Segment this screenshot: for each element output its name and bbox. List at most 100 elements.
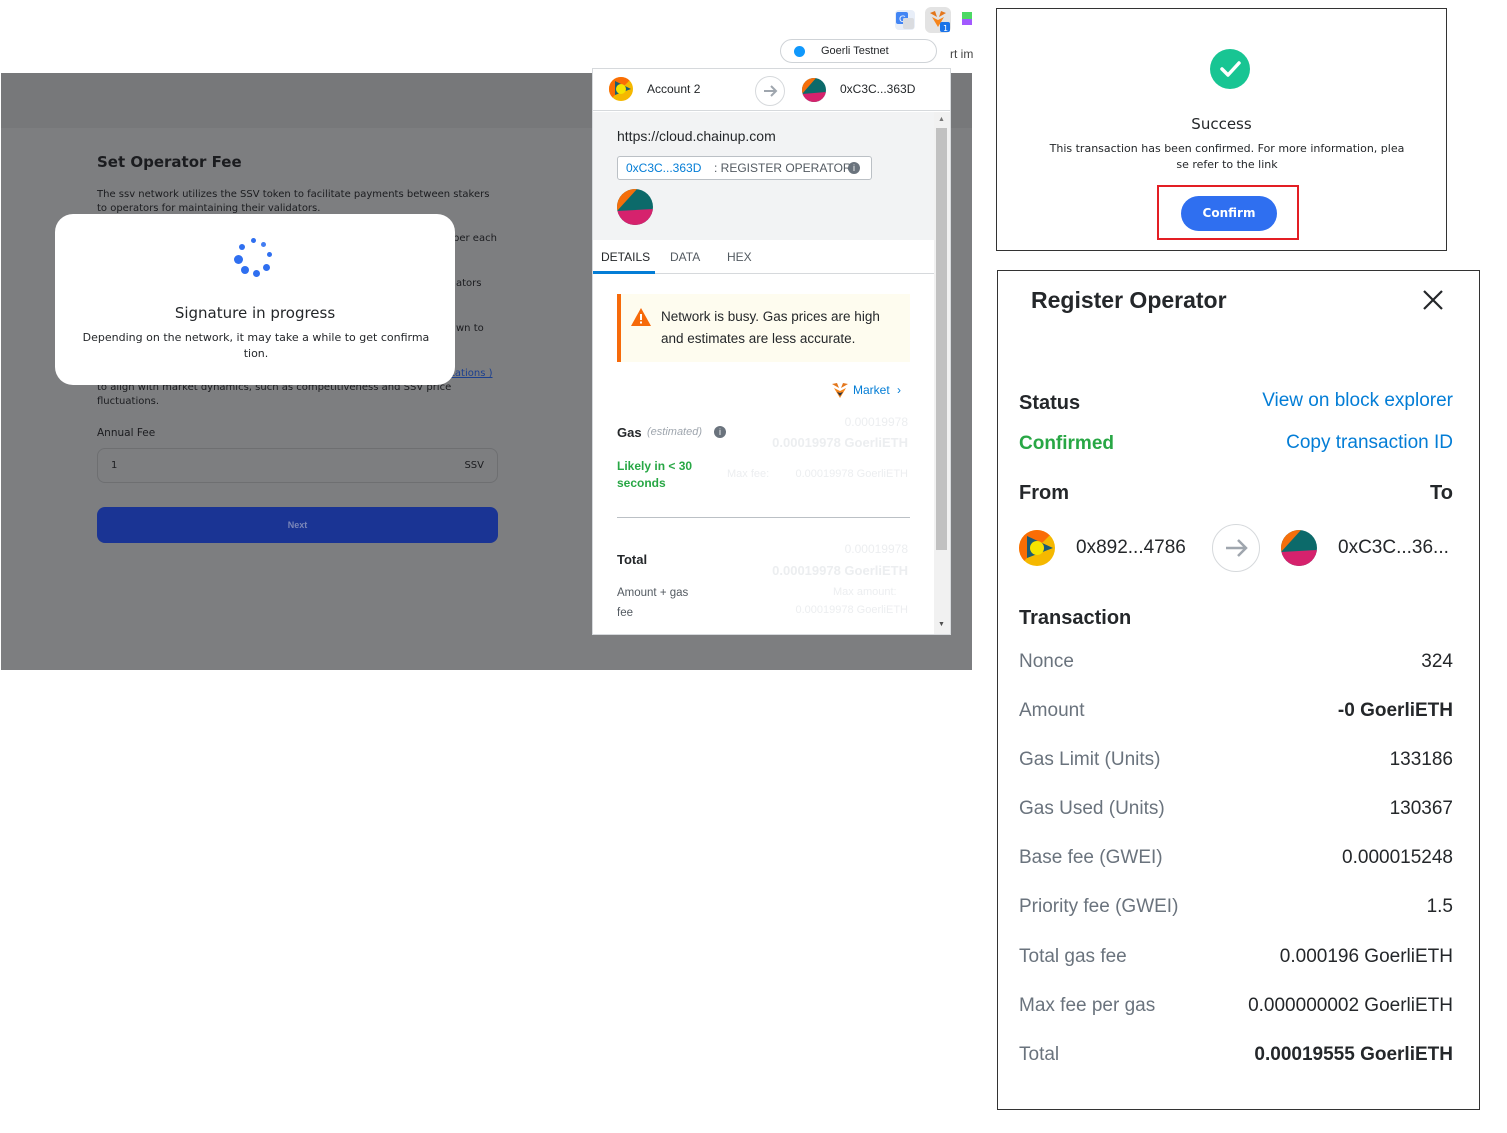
amount-gas-label: Amount + gas fee — [617, 587, 689, 619]
gas-value-primary: 0.00019978 GoerliETH — [772, 435, 908, 450]
to-address[interactable]: 0xC3C...36... — [1338, 537, 1449, 559]
fee-description-fragment: per each — [453, 233, 497, 244]
tab-bar: DETAILS DATA HEX — [593, 240, 934, 274]
divider — [617, 517, 910, 518]
transaction-details-panel: Register Operator Status View on block e… — [997, 270, 1480, 1110]
fee-description: The ssv network utilizes the SSV token t… — [97, 189, 490, 214]
scrollbar[interactable]: ▲ ▼ — [934, 112, 950, 634]
total-gas-fee-label: Total gas fee — [1019, 946, 1127, 967]
method-address-link[interactable]: 0xC3C...363D — [626, 161, 701, 175]
truncated-toolbar-text: rt im — [950, 47, 974, 61]
total-label: Total — [617, 552, 648, 567]
scroll-up-icon[interactable]: ▲ — [938, 116, 945, 123]
warning-icon — [631, 308, 651, 331]
tab-hex[interactable]: HEX — [727, 250, 752, 264]
gas-limit-label: Gas Limit (Units) — [1019, 749, 1161, 770]
svg-text:1: 1 — [943, 24, 948, 33]
annual-fee-label: Annual Fee — [97, 427, 156, 439]
documentation-link[interactable]: tations ) — [451, 367, 493, 381]
network-name: Goerli Testnet — [821, 45, 889, 57]
scroll-down-icon[interactable]: ▼ — [938, 621, 945, 628]
arrow-right-icon — [755, 76, 785, 106]
warning-text: Network is busy. Gas prices are high and… — [661, 309, 880, 346]
annual-fee-input[interactable]: 1 SSV — [97, 448, 498, 483]
copy-transaction-id-link[interactable]: Copy transaction ID — [1286, 432, 1453, 454]
signature-description: Depending on the network, it may take a … — [82, 331, 430, 360]
nonce-value: 324 — [1421, 651, 1453, 672]
fee-description-fragment: wn to — [456, 323, 484, 334]
priority-fee-label: Priority fee (GWEI) — [1019, 896, 1179, 917]
panel-title: Register Operator — [1031, 287, 1227, 313]
base-fee-label: Base fee (GWEI) — [1019, 847, 1163, 868]
translate-extension-icon[interactable]: G — [895, 10, 915, 30]
scrollbar-thumb[interactable] — [936, 128, 947, 550]
max-fee-per-gas-value: 0.000000002 GoerliETH — [1248, 995, 1453, 1016]
tab-data[interactable]: DATA — [670, 250, 700, 264]
base-fee-value: 0.000015248 — [1342, 847, 1453, 868]
gas-limit-value: 133186 — [1389, 749, 1453, 770]
max-amount-value: 0.00019978 GoerliETH — [795, 604, 908, 616]
gas-value-secondary: 0.00019978 — [844, 415, 908, 429]
status-badge: Confirmed — [1019, 433, 1114, 454]
close-icon[interactable] — [1420, 287, 1446, 313]
from-avatar — [1019, 530, 1055, 566]
arrow-right-icon — [1212, 524, 1260, 572]
recipient-address: 0xC3C...363D — [840, 82, 916, 96]
network-busy-warning: Network is busy. Gas prices are high and… — [617, 294, 910, 362]
gas-timing: Likely in < 30 seconds — [617, 459, 693, 490]
metamask-extension-icon[interactable]: 1 — [925, 7, 951, 33]
amount-label: Amount — [1019, 700, 1085, 721]
view-on-explorer-link[interactable]: View on block explorer — [1262, 390, 1453, 412]
status-heading: Status — [1019, 392, 1081, 414]
max-amount-label: Max amount: — [833, 586, 897, 598]
priority-fee-value: 1.5 — [1426, 896, 1453, 917]
gas-used-label: Gas Used (Units) — [1019, 798, 1165, 819]
tab-details[interactable]: DETAILS — [601, 250, 650, 264]
success-description: This transaction has been confirmed. For… — [1049, 142, 1405, 171]
max-fee-label: Max fee: — [727, 468, 770, 480]
contract-avatar — [617, 189, 653, 225]
success-title: Success — [1191, 115, 1252, 133]
info-icon[interactable]: i — [848, 162, 860, 174]
market-label: Market — [853, 383, 890, 397]
nonce-label: Nonce — [1019, 651, 1074, 672]
network-selector[interactable]: Goerli Testnet — [780, 39, 937, 63]
metamask-confirmation-popup: Account 2 0xC3C...363D https://cloud.cha… — [592, 68, 951, 635]
signature-modal: Signature in progress Depending on the n… — [55, 214, 455, 385]
page-title: Set Operator Fee — [97, 153, 242, 171]
puzzle-extension-icon[interactable] — [960, 10, 972, 28]
method-name: : REGISTER OPERATOR — [714, 161, 852, 175]
max-fee-per-gas-label: Max fee per gas — [1019, 995, 1156, 1016]
account-header: Account 2 0xC3C...363D — [593, 69, 950, 111]
account-avatar — [609, 77, 633, 101]
amount-value: -0 GoerliETH — [1337, 700, 1453, 721]
total-value-secondary: 0.00019978 — [844, 542, 908, 556]
gas-label: Gas — [617, 425, 642, 440]
network-status-icon — [794, 46, 805, 57]
gas-used-value: 130367 — [1389, 798, 1453, 819]
from-address[interactable]: 0x892...4786 — [1076, 537, 1186, 559]
annual-fee-value: 1 — [111, 460, 118, 471]
confirm-button[interactable]: Confirm — [1181, 196, 1277, 231]
signature-title: Signature in progress — [174, 304, 336, 322]
from-account-name: Account 2 — [647, 82, 701, 96]
origin-url: https://cloud.chainup.com — [617, 128, 776, 144]
transaction-heading: Transaction — [1019, 607, 1132, 629]
gas-info-icon[interactable]: i — [714, 426, 726, 438]
to-avatar — [1281, 530, 1317, 566]
gas-estimated-label: (estimated) — [647, 426, 703, 438]
fee-description-fragment: ators — [456, 278, 482, 289]
fee-description: to align with market dynamics, such as c… — [97, 382, 452, 407]
total-gas-fee-value: 0.000196 GoerliETH — [1279, 946, 1453, 967]
success-check-icon — [1210, 49, 1250, 89]
method-badge: 0xC3C...363D : REGISTER OPERATOR i — [617, 156, 872, 180]
fox-icon — [831, 382, 849, 400]
gas-market-button[interactable]: Market › — [853, 383, 901, 397]
total-label: Total — [1019, 1044, 1060, 1065]
origin-section: https://cloud.chainup.com 0xC3C...363D :… — [593, 112, 934, 240]
active-tab-indicator — [593, 271, 655, 274]
total-value-primary: 0.00019978 GoerliETH — [772, 563, 908, 578]
recipient-avatar — [802, 78, 826, 102]
chevron-right-icon: › — [897, 383, 902, 397]
next-button[interactable]: Next — [97, 507, 498, 543]
